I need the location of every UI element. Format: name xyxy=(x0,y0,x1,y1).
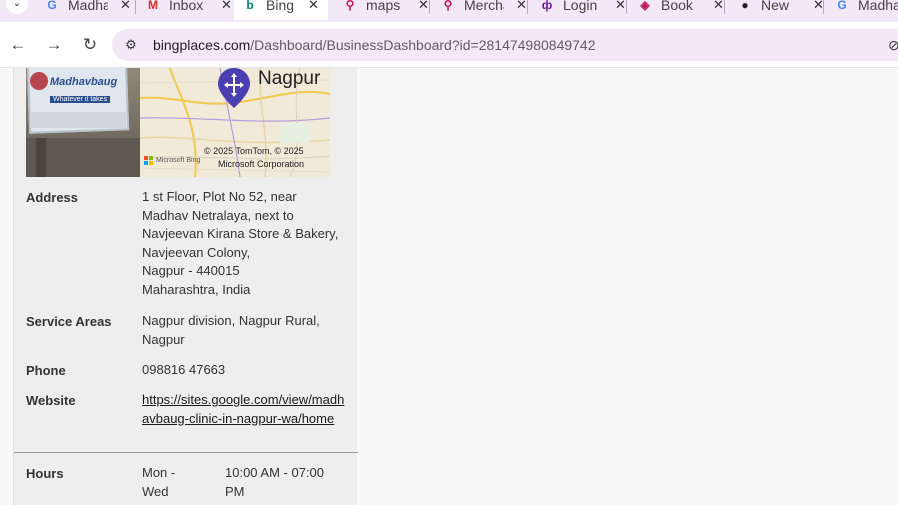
chevron-down-icon: ⌄ xyxy=(12,0,22,9)
browser-toolbar: ← → ↻ ⚙ bingplaces.com/Dashboard/Busines… xyxy=(0,22,898,68)
tab-title: New xyxy=(761,0,790,13)
tab-separator xyxy=(135,0,136,14)
reload-icon: ↻ xyxy=(82,35,98,54)
service-area-line: Nagpur division, Nagpur Rural, xyxy=(142,313,320,328)
url-host: bingplaces.com xyxy=(153,37,251,53)
google-icon: G xyxy=(47,0,57,12)
address-line: Madhav Netralaya, next to xyxy=(142,207,294,223)
map-copyright: © 2025 TomTom, © 2025 xyxy=(204,146,304,156)
tab-search-button[interactable]: ⌄ xyxy=(6,0,28,14)
address-label: Address xyxy=(26,190,79,205)
tab-title: Book xyxy=(661,0,693,13)
tab-title: Bing Places xyxy=(266,0,296,13)
photo-tagline: Whatever it takes xyxy=(50,96,111,103)
tab-title: Madhavbaug xyxy=(68,0,108,13)
map-city-label: Nagpur xyxy=(258,68,321,89)
bing-attribution: Microsoft Bing xyxy=(144,156,200,165)
tab-madhavbaug-1[interactable]: G Madhavbaug ✕ xyxy=(36,0,131,20)
hours-time: 10:00 AM - 07:00 PM xyxy=(225,464,324,501)
arrow-left-icon: ← xyxy=(9,35,27,54)
service-areas-value: Nagpur division, Nagpur Rural, Nagpur xyxy=(142,312,320,349)
tab-separator xyxy=(626,0,627,14)
tab-maps[interactable]: ⚲ maps ✕ xyxy=(334,0,429,20)
tab-login[interactable]: ф Login ✕ xyxy=(531,0,626,20)
address-line: 1 st Floor, Plot No 52, near xyxy=(142,189,297,204)
website-line: https://sites.google.com/view/madh xyxy=(142,392,345,407)
address-line: Navjeevan Kirana Store & Bakery, xyxy=(142,226,339,242)
tab-separator xyxy=(429,0,430,14)
listing-panel: Madhavbaug Whatever it takes Nagpur Micr… xyxy=(13,68,358,505)
address-line: Navjeevan Colony, xyxy=(142,244,251,260)
tab-inbox[interactable]: M Inbox ✕ xyxy=(137,0,232,20)
hours-time-line: 10:00 AM - 07:00 xyxy=(225,465,325,480)
website-link[interactable]: https://sites.google.com/view/madh avbau… xyxy=(142,391,344,428)
close-icon[interactable]: ✕ xyxy=(221,0,232,13)
tab-title: maps xyxy=(366,0,401,13)
section-divider xyxy=(14,452,358,453)
microsoft-logo-icon xyxy=(144,156,153,165)
reload-button[interactable]: ↻ xyxy=(78,33,102,57)
site-info-icon[interactable]: ⚙ xyxy=(122,36,140,54)
hours-days-line: Wed xyxy=(142,483,169,499)
close-icon[interactable]: ✕ xyxy=(713,0,724,13)
close-icon[interactable]: ✕ xyxy=(615,0,626,13)
tab-separator xyxy=(823,0,824,14)
phone-value: 098816 47663 xyxy=(142,362,226,377)
grid-icon: ◈ xyxy=(640,0,650,12)
google-icon: G xyxy=(837,0,847,12)
location-map[interactable]: Nagpur Microsoft Bing © 2025 TomTom, © 2… xyxy=(140,68,330,177)
gmail-icon: M xyxy=(148,0,158,12)
eye-off-icon[interactable]: ⊘ xyxy=(888,37,898,54)
tab-title: Inbox xyxy=(169,0,204,13)
tab-title: Madhavbaug xyxy=(858,0,898,13)
address-line: Maharashtra, India xyxy=(142,281,251,297)
logo-mark xyxy=(30,72,48,90)
back-button[interactable]: ← xyxy=(6,33,30,57)
tab-merchant[interactable]: ⚲ Merchant ✕ xyxy=(432,0,527,20)
close-icon[interactable]: ✕ xyxy=(120,0,131,13)
business-photo[interactable]: Madhavbaug Whatever it takes xyxy=(26,68,140,177)
url-text[interactable]: bingplaces.com/Dashboard/BusinessDashboa… xyxy=(153,37,596,53)
map-attribution-brand: Microsoft Bing xyxy=(156,157,201,164)
tab-madhavbaug-2[interactable]: G Madhavbaug xyxy=(826,0,898,20)
address-line: Nagpur - 440015 xyxy=(142,263,240,279)
photo-sign-text: Madhavbaug xyxy=(50,76,118,88)
url-path: /Dashboard/BusinessDashboard?id=28147498… xyxy=(250,37,596,53)
tab-new[interactable]: ● New ✕ xyxy=(729,0,824,20)
hours-time-line: PM xyxy=(225,483,245,499)
website-label: Website xyxy=(26,393,76,408)
arrow-right-icon: → xyxy=(45,35,63,54)
hours-days: Mon - Wed xyxy=(142,464,175,501)
tab-title: Login xyxy=(563,0,598,13)
close-icon[interactable]: ✕ xyxy=(308,0,319,13)
address-value: 1 st Floor, Plot No 52, near Madhav Netr… xyxy=(142,188,338,300)
tab-separator xyxy=(724,0,725,14)
tab-title: Merchant xyxy=(464,0,504,13)
hours-label: Hours xyxy=(26,466,64,481)
phone-label: Phone xyxy=(26,363,66,378)
location-pin-icon: ⚲ xyxy=(345,0,355,12)
tab-strip: ⌄ G Madhavbaug ✕ M Inbox ✕ b Bing Places… xyxy=(0,0,898,22)
bing-icon: b xyxy=(246,0,254,12)
map-copyright-2: Microsoft Corporation xyxy=(218,159,305,169)
tab-book[interactable]: ◈ Book ✕ xyxy=(629,0,724,20)
website-line: avbaug-clinic-in-nagpur-wa/home xyxy=(142,410,335,426)
github-icon: ● xyxy=(741,0,749,12)
hours-days-line: Mon - xyxy=(142,465,176,480)
tab-bing-places[interactable]: b Bing Places ✕ xyxy=(234,0,328,20)
phone-icon: ф xyxy=(541,0,553,12)
close-icon[interactable]: ✕ xyxy=(516,0,527,13)
website-value: https://sites.google.com/view/madh avbau… xyxy=(142,391,344,428)
tab-separator xyxy=(527,0,528,14)
location-pin-icon: ⚲ xyxy=(443,0,453,12)
forward-button[interactable]: → xyxy=(42,33,66,57)
service-areas-label: Service Areas xyxy=(26,314,112,329)
address-bar[interactable]: ⚙ bingplaces.com/Dashboard/BusinessDashb… xyxy=(112,29,898,61)
close-icon[interactable]: ✕ xyxy=(418,0,429,13)
service-area-line: Nagpur xyxy=(142,331,185,347)
